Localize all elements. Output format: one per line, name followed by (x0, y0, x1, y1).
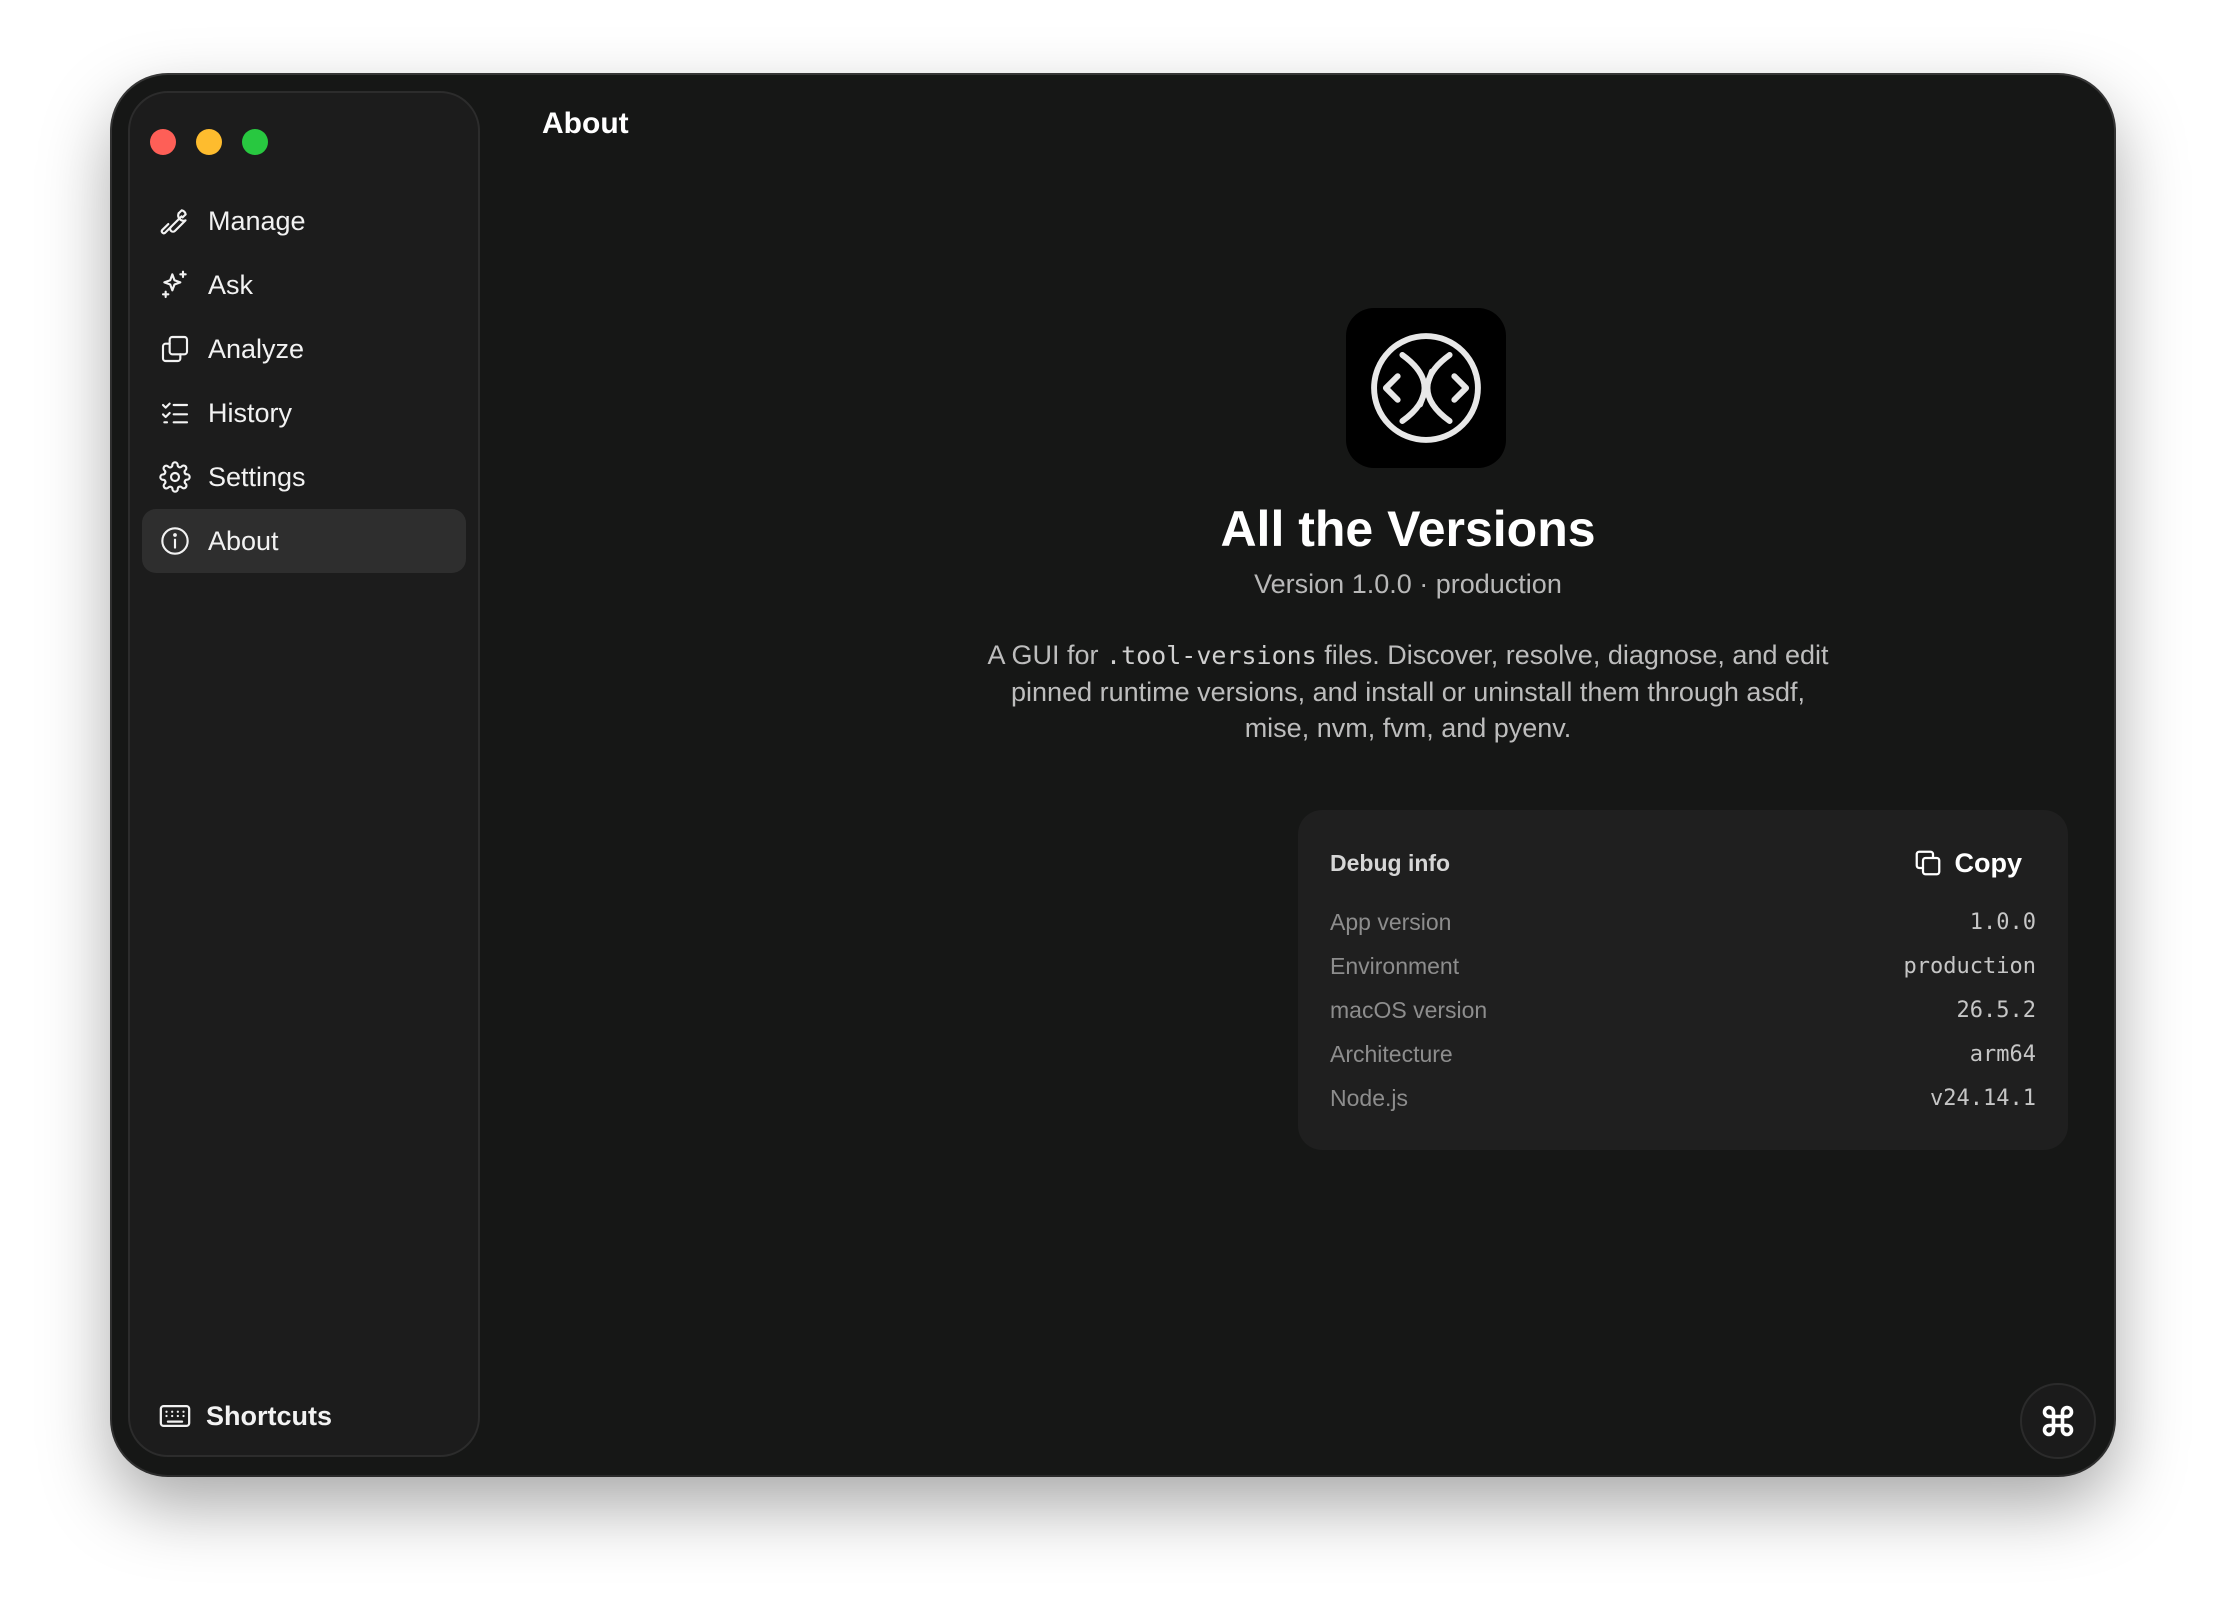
debug-row: macOS version 26.5.2 (1330, 988, 2036, 1032)
debug-row: App version 1.0.0 (1330, 900, 2036, 944)
debug-label: macOS version (1330, 996, 1488, 1023)
about-content: All the Versions Version 1.0.0 · product… (480, 75, 2114, 1475)
debug-label: App version (1330, 908, 1452, 935)
sidebar-item-analyze[interactable]: Analyze (142, 317, 466, 381)
app-window: Manage Ask Analyze History Settings Abou… (112, 75, 2114, 1475)
keyboard-icon (159, 1404, 191, 1428)
debug-title: Debug info (1330, 849, 1451, 876)
command-icon (2042, 1405, 2074, 1437)
app-logo (1346, 308, 1506, 468)
layers-icon (158, 332, 192, 366)
sidebar: Manage Ask Analyze History Settings Abou… (128, 91, 480, 1457)
sidebar-item-label: About (208, 525, 279, 556)
wrench-icon (158, 204, 192, 238)
sidebar-item-history[interactable]: History (142, 381, 466, 445)
app-description: A GUI for .tool-versions files. Discover… (980, 637, 1836, 746)
sidebar-item-label: Ask (208, 269, 254, 300)
list-check-icon (158, 396, 192, 430)
shortcuts-button[interactable]: Shortcuts (158, 1399, 332, 1433)
debug-value: arm64 (1969, 1041, 2036, 1067)
debug-label: Environment (1330, 952, 1460, 979)
copy-button[interactable]: Copy (1913, 848, 2037, 879)
debug-label: Architecture (1330, 1040, 1453, 1067)
sparkles-icon (158, 268, 192, 302)
debug-row: Environment production (1330, 944, 2036, 988)
debug-row: Node.js v24.14.1 (1330, 1076, 2036, 1120)
traffic-lights (150, 129, 268, 155)
app-name: All the Versions (1220, 501, 1596, 557)
sidebar-item-ask[interactable]: Ask (142, 253, 466, 317)
debug-value: production (1903, 953, 2036, 979)
info-icon (158, 524, 192, 558)
version-line: Version 1.0.0 · production (1254, 569, 1562, 599)
description-text: A GUI for (987, 640, 1107, 670)
sidebar-item-label: History (208, 397, 293, 428)
sidebar-item-settings[interactable]: Settings (142, 445, 466, 509)
sidebar-item-label: Settings (208, 461, 306, 492)
debug-row: Architecture arm64 (1330, 1032, 2036, 1076)
sidebar-item-manage[interactable]: Manage (142, 189, 466, 253)
copy-label: Copy (1954, 847, 2023, 878)
zoom-window-button[interactable] (242, 129, 268, 155)
sidebar-item-label: Analyze (208, 333, 305, 364)
debug-value: 26.5.2 (1956, 997, 2036, 1023)
minimize-window-button[interactable] (196, 129, 222, 155)
sidebar-item-about[interactable]: About (142, 509, 466, 573)
copy-icon (1915, 850, 1940, 876)
shortcuts-label: Shortcuts (206, 1400, 333, 1431)
sidebar-nav: Manage Ask Analyze History Settings Abou… (142, 189, 466, 573)
gear-icon (158, 460, 192, 494)
debug-label: Node.js (1330, 1084, 1408, 1111)
debug-value: v24.14.1 (1930, 1085, 2036, 1111)
sidebar-item-label: Manage (208, 205, 306, 236)
app-logo-icon (1371, 333, 1481, 443)
debug-header: Debug info Copy (1330, 838, 2036, 888)
debug-value: 1.0.0 (1969, 909, 2036, 935)
command-key-button[interactable] (2020, 1383, 2096, 1459)
debug-info-card: Debug info Copy App version 1.0.0 Enviro… (1298, 810, 2068, 1150)
description-code: .tool-versions (1106, 641, 1317, 670)
close-window-button[interactable] (150, 129, 176, 155)
